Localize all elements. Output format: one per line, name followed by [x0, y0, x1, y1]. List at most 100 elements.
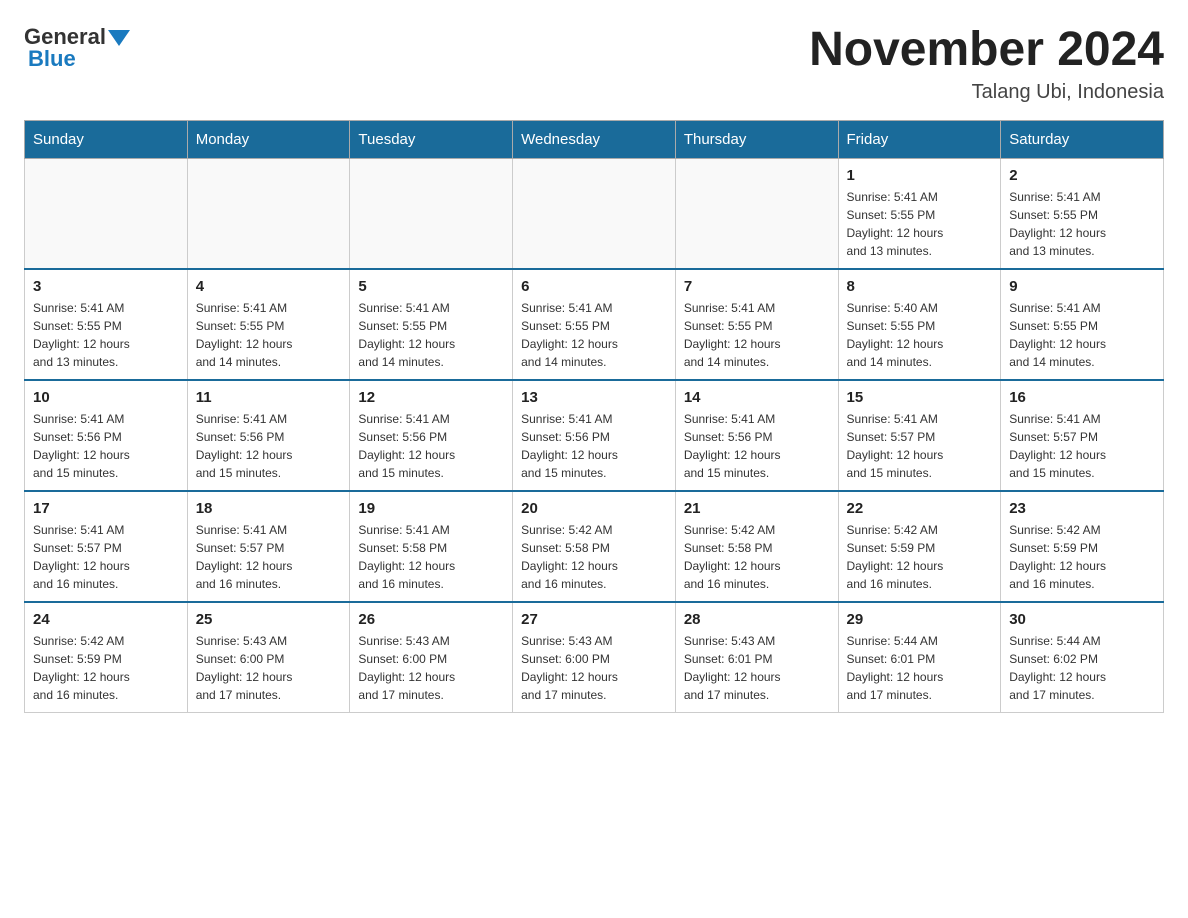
day-number: 19 — [358, 500, 504, 517]
day-number: 13 — [521, 389, 667, 406]
table-row: 11 Sunrise: 5:41 AMSunset: 5:56 PMDayligh… — [187, 380, 350, 491]
day-info: Sunrise: 5:40 AMSunset: 5:55 PMDaylight:… — [847, 299, 993, 371]
month-title: November 2024 — [809, 24, 1164, 77]
title-area: November 2024 Talang Ubi, Indonesia — [809, 24, 1164, 104]
day-info: Sunrise: 5:42 AMSunset: 5:58 PMDaylight:… — [684, 521, 830, 593]
day-info: Sunrise: 5:42 AMSunset: 5:59 PMDaylight:… — [1009, 521, 1155, 593]
table-row: 27 Sunrise: 5:43 AMSunset: 6:00 PMDayligh… — [513, 602, 676, 713]
table-row: 9 Sunrise: 5:41 AMSunset: 5:55 PMDaylight… — [1001, 269, 1164, 380]
table-row: 12Sunrise: 5:41 AMSunset: 5:56 PMDayligh… — [350, 380, 513, 491]
col-friday: Friday — [838, 120, 1001, 158]
calendar-week-row: 17 Sunrise: 5:41 AMSunset: 5:57 PMDayligh… — [25, 491, 1164, 602]
col-tuesday: Tuesday — [350, 120, 513, 158]
table-row — [25, 158, 188, 269]
day-number: 18 — [196, 500, 342, 517]
col-monday: Monday — [187, 120, 350, 158]
day-info: Sunrise: 5:41 AMSunset: 5:57 PMDaylight:… — [196, 521, 342, 593]
table-row — [350, 158, 513, 269]
day-info: Sunrise: 5:41 AMSunset: 5:56 PMDaylight:… — [684, 410, 830, 482]
day-number: 30 — [1009, 611, 1155, 628]
day-number: 21 — [684, 500, 830, 517]
table-row: 7 Sunrise: 5:41 AMSunset: 5:55 PMDaylight… — [675, 269, 838, 380]
day-info: Sunrise: 5:41 AMSunset: 5:55 PMDaylight:… — [358, 299, 504, 371]
day-info: Sunrise: 5:41 AMSunset: 5:57 PMDaylight:… — [1009, 410, 1155, 482]
day-number: 29 — [847, 611, 993, 628]
day-info: Sunrise: 5:41 AMSunset: 5:58 PMDaylight:… — [358, 521, 504, 593]
day-number: 24 — [33, 611, 179, 628]
day-number: 20 — [521, 500, 667, 517]
day-number: 9 — [1009, 278, 1155, 295]
day-number: 6 — [521, 278, 667, 295]
table-row: 18 Sunrise: 5:41 AMSunset: 5:57 PMDayligh… — [187, 491, 350, 602]
day-number: 2 — [1009, 167, 1155, 184]
day-number: 17 — [33, 500, 179, 517]
day-info: Sunrise: 5:41 AMSunset: 5:55 PMDaylight:… — [1009, 188, 1155, 260]
table-row: 22Sunrise: 5:42 AMSunset: 5:59 PMDayligh… — [838, 491, 1001, 602]
day-number: 8 — [847, 278, 993, 295]
table-row: 20 Sunrise: 5:42 AMSunset: 5:58 PMDayligh… — [513, 491, 676, 602]
col-sunday: Sunday — [25, 120, 188, 158]
day-info: Sunrise: 5:41 AMSunset: 5:55 PMDaylight:… — [33, 299, 179, 371]
table-row: 26 Sunrise: 5:43 AMSunset: 6:00 PMDayligh… — [350, 602, 513, 713]
table-row: 15 Sunrise: 5:41 AMSunset: 5:57 PMDayligh… — [838, 380, 1001, 491]
day-info: Sunrise: 5:41 AMSunset: 5:56 PMDaylight:… — [33, 410, 179, 482]
day-info: Sunrise: 5:41 AMSunset: 5:57 PMDaylight:… — [33, 521, 179, 593]
day-number: 26 — [358, 611, 504, 628]
day-number: 1 — [847, 167, 993, 184]
table-row — [675, 158, 838, 269]
day-info: Sunrise: 5:43 AMSunset: 6:00 PMDaylight:… — [358, 632, 504, 704]
table-row: 25Sunrise: 5:43 AMSunset: 6:00 PMDayligh… — [187, 602, 350, 713]
day-info: Sunrise: 5:42 AMSunset: 5:58 PMDaylight:… — [521, 521, 667, 593]
table-row — [187, 158, 350, 269]
calendar-week-row: 24 Sunrise: 5:42 AMSunset: 5:59 PMDayligh… — [25, 602, 1164, 713]
table-row: 23 Sunrise: 5:42 AMSunset: 5:59 PMDayligh… — [1001, 491, 1164, 602]
day-info: Sunrise: 5:44 AMSunset: 6:02 PMDaylight:… — [1009, 632, 1155, 704]
day-info: Sunrise: 5:41 AMSunset: 5:56 PMDaylight:… — [196, 410, 342, 482]
day-info: Sunrise: 5:42 AMSunset: 5:59 PMDaylight:… — [33, 632, 179, 704]
day-info: Sunrise: 5:43 AMSunset: 6:00 PMDaylight:… — [521, 632, 667, 704]
day-number: 11 — [196, 389, 342, 406]
calendar-week-row: 10 Sunrise: 5:41 AMSunset: 5:56 PMDayligh… — [25, 380, 1164, 491]
calendar-week-row: 1 Sunrise: 5:41 AMSunset: 5:55 PMDaylight… — [25, 158, 1164, 269]
table-row: 4 Sunrise: 5:41 AMSunset: 5:55 PMDaylight… — [187, 269, 350, 380]
table-row: 29 Sunrise: 5:44 AMSunset: 6:01 PMDayligh… — [838, 602, 1001, 713]
logo: General Blue — [24, 24, 130, 72]
day-number: 23 — [1009, 500, 1155, 517]
table-row: 8 Sunrise: 5:40 AMSunset: 5:55 PMDaylight… — [838, 269, 1001, 380]
day-number: 22 — [847, 500, 993, 517]
location-label: Talang Ubi, Indonesia — [809, 81, 1164, 104]
day-number: 7 — [684, 278, 830, 295]
table-row: 5 Sunrise: 5:41 AMSunset: 5:55 PMDaylight… — [350, 269, 513, 380]
table-row: 14 Sunrise: 5:41 AMSunset: 5:56 PMDayligh… — [675, 380, 838, 491]
day-number: 10 — [33, 389, 179, 406]
day-info: Sunrise: 5:41 AMSunset: 5:55 PMDaylight:… — [684, 299, 830, 371]
day-info: Sunrise: 5:44 AMSunset: 6:01 PMDaylight:… — [847, 632, 993, 704]
day-number: 14 — [684, 389, 830, 406]
col-wednesday: Wednesday — [513, 120, 676, 158]
day-number: 5 — [358, 278, 504, 295]
day-info: Sunrise: 5:41 AMSunset: 5:55 PMDaylight:… — [196, 299, 342, 371]
table-row: 13Sunrise: 5:41 AMSunset: 5:56 PMDayligh… — [513, 380, 676, 491]
day-info: Sunrise: 5:41 AMSunset: 5:55 PMDaylight:… — [1009, 299, 1155, 371]
table-row: 16 Sunrise: 5:41 AMSunset: 5:57 PMDayligh… — [1001, 380, 1164, 491]
day-number: 25 — [196, 611, 342, 628]
table-row: 28Sunrise: 5:43 AMSunset: 6:01 PMDayligh… — [675, 602, 838, 713]
day-number: 15 — [847, 389, 993, 406]
day-number: 12 — [358, 389, 504, 406]
day-info: Sunrise: 5:41 AMSunset: 5:57 PMDaylight:… — [847, 410, 993, 482]
day-info: Sunrise: 5:43 AMSunset: 6:01 PMDaylight:… — [684, 632, 830, 704]
table-row: 21 Sunrise: 5:42 AMSunset: 5:58 PMDayligh… — [675, 491, 838, 602]
day-info: Sunrise: 5:41 AMSunset: 5:55 PMDaylight:… — [847, 188, 993, 260]
day-number: 3 — [33, 278, 179, 295]
col-thursday: Thursday — [675, 120, 838, 158]
day-number: 4 — [196, 278, 342, 295]
table-row: 6Sunrise: 5:41 AMSunset: 5:55 PMDaylight… — [513, 269, 676, 380]
table-row: 3 Sunrise: 5:41 AMSunset: 5:55 PMDaylight… — [25, 269, 188, 380]
calendar-header-row: Sunday Monday Tuesday Wednesday Thursday… — [25, 120, 1164, 158]
logo-blue-text: Blue — [28, 46, 76, 72]
day-number: 16 — [1009, 389, 1155, 406]
table-row: 2 Sunrise: 5:41 AMSunset: 5:55 PMDaylight… — [1001, 158, 1164, 269]
day-number: 27 — [521, 611, 667, 628]
table-row — [513, 158, 676, 269]
col-saturday: Saturday — [1001, 120, 1164, 158]
